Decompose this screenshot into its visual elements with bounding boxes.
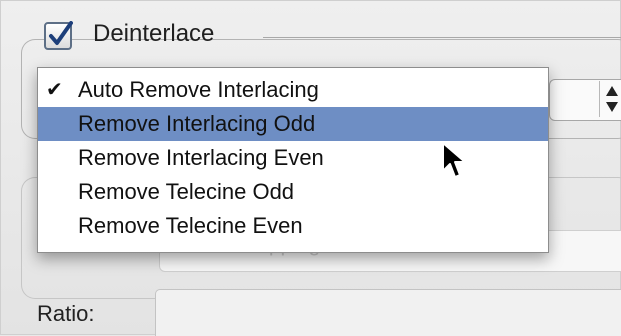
menu-item-label: Remove Telecine Odd bbox=[78, 179, 295, 204]
deinterlace-checkbox[interactable] bbox=[44, 21, 73, 50]
up-arrow-icon bbox=[606, 86, 618, 96]
ratio-field[interactable] bbox=[155, 289, 621, 336]
deinterlace-dropdown-menu: ✔ Auto Remove Interlacing Remove Interla… bbox=[37, 67, 549, 253]
menu-item-label: Auto Remove Interlacing bbox=[78, 77, 319, 102]
menu-item-label: Remove Interlacing Odd bbox=[78, 111, 316, 136]
ratio-label: Ratio: bbox=[37, 301, 95, 326]
menu-item-label: Remove Interlacing Even bbox=[78, 145, 324, 170]
menu-item-remove-interlacing-even[interactable]: Remove Interlacing Even bbox=[38, 141, 548, 175]
up-down-arrows-icon[interactable] bbox=[599, 81, 621, 117]
arrow-pointer-icon bbox=[442, 142, 466, 178]
menu-item-auto-remove-interlacing[interactable]: ✔ Auto Remove Interlacing bbox=[38, 73, 548, 107]
deinterlace-group-divider bbox=[263, 37, 621, 38]
checkmark-icon bbox=[49, 21, 73, 45]
menu-item-remove-telecine-odd[interactable]: Remove Telecine Odd bbox=[38, 175, 548, 209]
deinterlace-title: Deinterlace bbox=[93, 20, 215, 47]
menu-item-remove-interlacing-odd[interactable]: Remove Interlacing Odd bbox=[38, 107, 548, 141]
menu-checkmark-icon: ✔ bbox=[46, 79, 63, 101]
menu-item-label: Remove Telecine Even bbox=[78, 213, 303, 238]
window: Deinterlace Method: Auto Cropping Ratio:… bbox=[0, 0, 621, 336]
menu-item-remove-telecine-even[interactable]: Remove Telecine Even bbox=[38, 209, 548, 243]
down-arrow-icon bbox=[606, 102, 618, 112]
